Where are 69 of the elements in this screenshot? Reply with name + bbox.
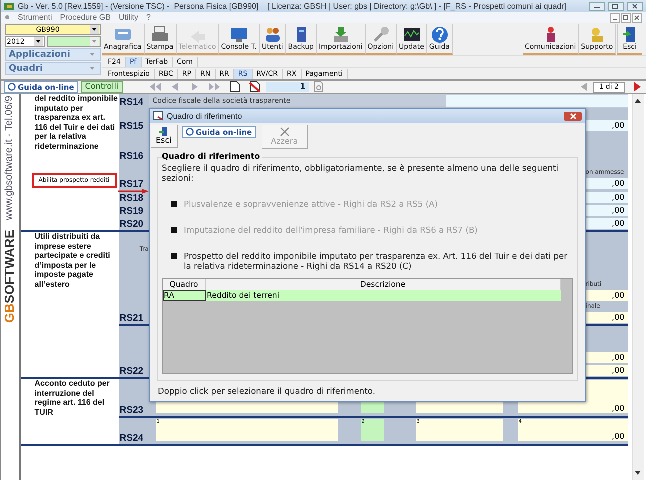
next-icon [632,81,642,93]
close-icon [568,112,578,120]
bullet-icon [171,253,177,259]
amount-field[interactable]: ,00 [586,365,628,376]
monitor-icon [229,25,250,44]
amount-field[interactable]: ,00 [586,290,628,301]
row-code: RS15 [120,122,144,132]
row-code: RS23 [120,406,144,416]
row-code: RS17 [120,180,144,190]
window-icon [153,111,164,121]
row-code: RS14 [120,98,144,108]
row-code: RS16 [120,152,144,162]
page-field[interactable]: 1 [266,82,309,92]
section-description: Acconto ceduto per interruzione del regime art. 116 del TUIR [34,379,111,417]
dropdown-arrow-icon [90,25,99,34]
row-code: RS18 [120,194,144,204]
amount-field[interactable]: ,00 [586,178,628,189]
row-code: RS24 [120,434,144,444]
app-icon [4,2,14,10]
menu-item[interactable]: Utility [118,13,138,22]
chart-icon [402,25,422,44]
scroll-down-icon [634,470,642,476]
dropdown-arrow-icon [90,37,99,46]
section-option: Prospetto del reddito imponibile imputato per trasparenza ex. Art. 116 del Tuir e dei dati per la relativa rideterminazione - Righi da RS14 a RS20 (C) [184,251,573,271]
window-title: Gb - Ver. 5.0 [Rev.1559] - (Versione TSC) - Persona Fisica [GB990] [ Licenza: GBSH | User: gbs | Directory: g:\Gb\ ] - [F_RS - Prospetti comuni ai quadr] [18,2,567,10]
row-code: RS21 [120,314,144,324]
group-title: Quadro di riferimento [162,152,262,161]
row-code: RS20 [120,220,144,230]
bullet-icon [171,227,177,233]
amount-field[interactable]: ,00 [586,312,628,323]
selector-dropdown[interactable] [47,36,101,47]
section-option: Plusvalenze e sopravvenienze attive - Righi da RS2 a RS5 (A) [184,199,438,209]
section-description: Utili distribuiti da imprese estere partecipate e crediti d’imposta per le imposte pagate all’estero [34,232,112,289]
row-code: RS19 [120,207,144,217]
input-field[interactable] [446,95,628,107]
scroll-up-icon [634,98,642,104]
menu-item[interactable]: Procedure GB [60,13,111,22]
amount-field[interactable]: ,00 [586,218,628,229]
help-icon [430,25,450,44]
panel-selector[interactable]: Applicazioni [5,48,101,61]
pointer-arrow [118,189,149,194]
section-description: del reddito imponibile imputato per trasparenza ex art. 116 del Tuir e dei dati per la relativa rideterminazione [34,94,119,151]
amount-field[interactable]: ,00 [586,205,628,216]
amount-field[interactable]: ,00 [586,120,628,131]
restore-icon [608,2,624,10]
amount-field[interactable]: ,00 [586,192,628,203]
amount-field[interactable]: ,00 [586,352,628,363]
instruction-text: Scegliere il quadro di riferimento, obbligatoriamente, se è presente almeno una delle seguenti sezioni: [162,163,560,183]
website-text: www.gbsoftware.it - Tel.06/9 [4,96,16,220]
panel-selector[interactable]: Quadri [5,62,101,75]
menu-item[interactable]: ? [146,13,151,22]
toolbar-button[interactable]: Esci [151,125,178,148]
hint-text: Doppio click per selezionare il quadro di riferimento. [157,385,376,396]
menu-item[interactable]: Strumenti [18,13,52,22]
logo: GBSOFTWARE [2,230,18,324]
dropdown-arrow-icon [34,37,43,46]
dialog-title: Quadro di riferimento [167,112,242,120]
close-icon [627,2,643,10]
scrollbar[interactable] [632,94,644,480]
close-icon [278,127,291,137]
close-button[interactable] [564,112,582,120]
section-option: Imputazione del reddito dell'impresa familiare - Righi da RS6 a RS7 (B) [184,225,478,235]
checks-button[interactable]: Controlli [81,81,123,93]
menu-dot-icon [5,15,10,20]
minimize-icon [589,2,605,10]
door-icon [158,127,169,136]
row-code: RS22 [120,367,144,377]
bullet-icon [171,201,177,207]
previous-icon [579,81,590,93]
